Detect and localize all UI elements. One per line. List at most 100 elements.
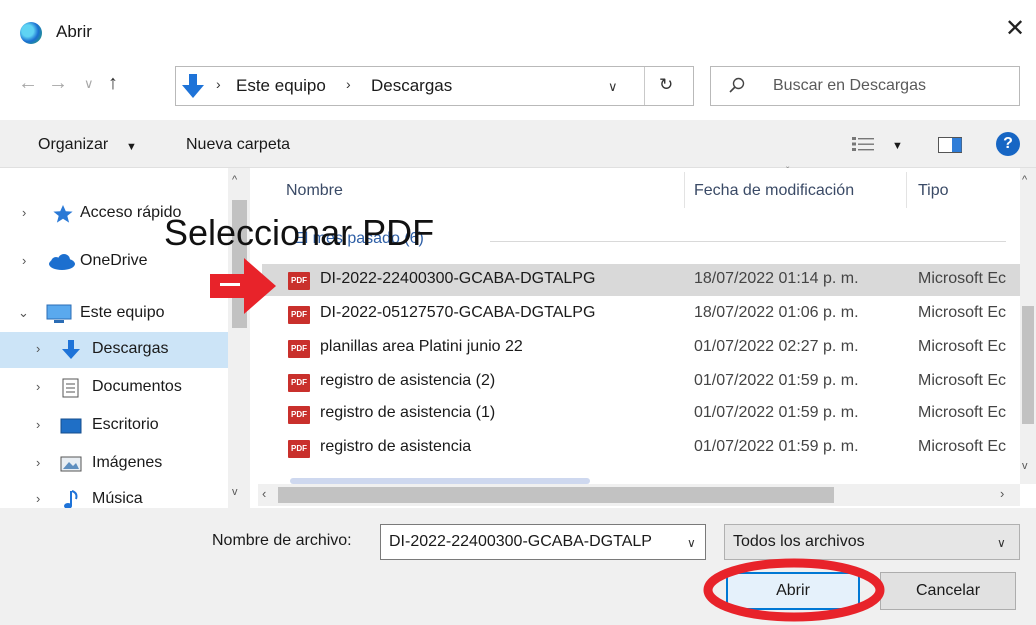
cancel-button[interactable]: Cancelar bbox=[880, 572, 1016, 610]
file-list-horizontal-thumb[interactable] bbox=[278, 487, 834, 503]
chevron-right-icon[interactable]: › bbox=[36, 341, 40, 356]
filename-label: Nombre de archivo: bbox=[212, 532, 352, 549]
file-name: registro de asistencia bbox=[320, 438, 472, 455]
file-date: 01/07/2022 01:59 p. m. bbox=[694, 438, 859, 455]
file-name: planillas area Platini junio 22 bbox=[320, 338, 523, 355]
column-divider[interactable] bbox=[684, 172, 685, 208]
file-row[interactable]: PDF registro de asistencia 01/07/2022 01… bbox=[262, 432, 1020, 464]
file-type: Microsoft Ec bbox=[918, 372, 1007, 389]
file-type-select[interactable]: Todos los archivos ∨ bbox=[724, 524, 1020, 560]
file-name: DI-2022-05127570-GCABA-DGTALPG bbox=[320, 304, 596, 321]
file-name: DI-2022-22400300-GCABA-DGTALPG bbox=[320, 270, 596, 287]
close-icon[interactable]: ✕ bbox=[1000, 14, 1030, 44]
annotation-red-ellipse bbox=[703, 558, 885, 622]
nav-item-descargas[interactable]: › Descargas bbox=[0, 332, 228, 368]
file-type: Microsoft Ec bbox=[918, 338, 1007, 355]
search-icon bbox=[729, 77, 745, 93]
nav-item-label: Documentos bbox=[92, 378, 182, 395]
caret-down-icon[interactable]: ▼ bbox=[892, 140, 903, 152]
nav-item-label: Este equipo bbox=[80, 304, 165, 321]
nav-item-imagenes[interactable]: › Imágenes bbox=[0, 446, 228, 482]
chevron-right-icon[interactable]: › bbox=[36, 455, 40, 470]
nav-item-escritorio[interactable]: › Escritorio bbox=[0, 408, 228, 444]
caret-down-icon[interactable]: ▼ bbox=[126, 141, 137, 153]
file-type: Microsoft Ec bbox=[918, 304, 1007, 321]
download-arrow-icon bbox=[182, 74, 204, 98]
column-header-type[interactable]: Tipo bbox=[918, 182, 949, 200]
column-divider[interactable] bbox=[906, 172, 907, 208]
column-header-date[interactable]: Fecha de modificación bbox=[694, 182, 854, 200]
preview-pane-icon[interactable] bbox=[938, 137, 962, 153]
nav-item-label: Descargas bbox=[92, 340, 169, 357]
cloud-icon bbox=[49, 254, 75, 270]
breadcrumb-descargas[interactable]: Descargas bbox=[371, 76, 452, 96]
pdf-file-icon: PDF bbox=[288, 374, 310, 392]
search-box[interactable] bbox=[710, 66, 1020, 106]
chevron-down-icon[interactable]: ⌄ bbox=[18, 305, 29, 321]
nav-item-documentos[interactable]: › Documentos bbox=[0, 370, 228, 406]
nav-item-label: Escritorio bbox=[92, 416, 159, 433]
view-options-icon[interactable] bbox=[852, 136, 874, 152]
music-note-icon bbox=[64, 490, 78, 509]
filename-value[interactable]: DI-2022-22400300-GCABA-DGTALP bbox=[389, 533, 675, 551]
new-folder-button[interactable]: Nueva carpeta bbox=[186, 136, 290, 154]
recent-locations-chevron-icon[interactable]: ∨ bbox=[84, 76, 94, 92]
scroll-up-icon[interactable]: ^ bbox=[1022, 174, 1027, 186]
chevron-right-icon[interactable]: › bbox=[22, 205, 26, 220]
back-arrow-icon[interactable]: ← bbox=[18, 72, 38, 95]
nav-item-este-equipo[interactable]: ⌄ Este equipo bbox=[0, 296, 228, 332]
star-icon bbox=[53, 205, 73, 223]
download-arrow-icon bbox=[62, 340, 80, 359]
file-name: registro de asistencia (2) bbox=[320, 372, 496, 389]
file-date: 01/07/2022 01:59 p. m. bbox=[694, 372, 859, 389]
file-date: 18/07/2022 01:06 p. m. bbox=[694, 304, 859, 321]
pdf-file-icon: PDF bbox=[288, 406, 310, 424]
nav-item-label: Música bbox=[92, 490, 143, 507]
scroll-left-icon[interactable]: ‹ bbox=[262, 486, 266, 501]
refresh-icon[interactable]: ↻ bbox=[659, 75, 673, 95]
file-row[interactable]: PDF DI-2022-22400300-GCABA-DGTALPG 18/07… bbox=[262, 264, 1020, 296]
column-header-name[interactable]: Nombre bbox=[286, 182, 343, 200]
file-name: registro de asistencia (1) bbox=[320, 404, 496, 421]
computer-icon bbox=[46, 304, 72, 323]
address-dropdown-chevron-icon[interactable]: ∨ bbox=[608, 79, 618, 95]
address-divider bbox=[644, 67, 645, 105]
file-row[interactable]: PDF DI-2022-05127570-GCABA-DGTALPG 18/07… bbox=[262, 298, 1020, 330]
scroll-up-icon[interactable]: ^ bbox=[232, 174, 237, 186]
file-type: Microsoft Ec bbox=[918, 438, 1007, 455]
annotation-red-arrow-icon bbox=[210, 258, 276, 314]
chevron-right-icon[interactable]: › bbox=[36, 379, 40, 394]
pdf-file-icon: PDF bbox=[288, 306, 310, 324]
chevron-right-icon[interactable]: › bbox=[22, 253, 26, 268]
scroll-down-icon[interactable]: v bbox=[232, 486, 238, 498]
breadcrumb-este-equipo[interactable]: Este equipo bbox=[236, 76, 326, 96]
edge-app-icon bbox=[20, 22, 42, 44]
chevron-right-icon[interactable]: › bbox=[36, 491, 40, 506]
desktop-icon bbox=[60, 418, 82, 434]
file-row[interactable]: PDF registro de asistencia (1) 01/07/202… bbox=[262, 398, 1020, 430]
breadcrumb-separator-icon[interactable]: › bbox=[346, 76, 351, 92]
address-bar[interactable]: › Este equipo › Descargas ∨ ↻ bbox=[175, 66, 694, 106]
file-row[interactable]: PDF planillas area Platini junio 22 01/0… bbox=[262, 332, 1020, 364]
file-list-vertical-thumb[interactable] bbox=[1022, 306, 1034, 424]
up-arrow-icon[interactable]: ↑ bbox=[108, 72, 118, 95]
chevron-down-icon[interactable]: ∨ bbox=[997, 536, 1006, 550]
nav-item-musica[interactable]: › Música bbox=[0, 482, 228, 510]
command-toolbar: Organizar ▼ Nueva carpeta ▼ ? bbox=[0, 120, 1036, 168]
organize-button[interactable]: Organizar bbox=[38, 136, 108, 154]
nav-item-label: OneDrive bbox=[80, 252, 148, 269]
scroll-down-icon[interactable]: v bbox=[1022, 460, 1028, 472]
help-icon[interactable]: ? bbox=[996, 132, 1020, 156]
scroll-right-icon[interactable]: › bbox=[1000, 486, 1004, 501]
group-divider bbox=[490, 241, 1006, 242]
file-row[interactable]: PDF registro de asistencia (2) 01/07/202… bbox=[262, 366, 1020, 398]
chevron-down-icon[interactable]: ∨ bbox=[687, 536, 696, 550]
file-date: 01/07/2022 01:59 p. m. bbox=[694, 404, 859, 421]
filename-input[interactable]: DI-2022-22400300-GCABA-DGTALP ∨ bbox=[380, 524, 706, 560]
pdf-file-icon: PDF bbox=[288, 272, 310, 290]
pdf-file-icon: PDF bbox=[288, 340, 310, 358]
chevron-right-icon[interactable]: › bbox=[36, 417, 40, 432]
forward-arrow-icon[interactable]: → bbox=[48, 72, 68, 95]
search-input[interactable] bbox=[773, 73, 1013, 99]
nav-item-label: Imágenes bbox=[92, 454, 163, 471]
